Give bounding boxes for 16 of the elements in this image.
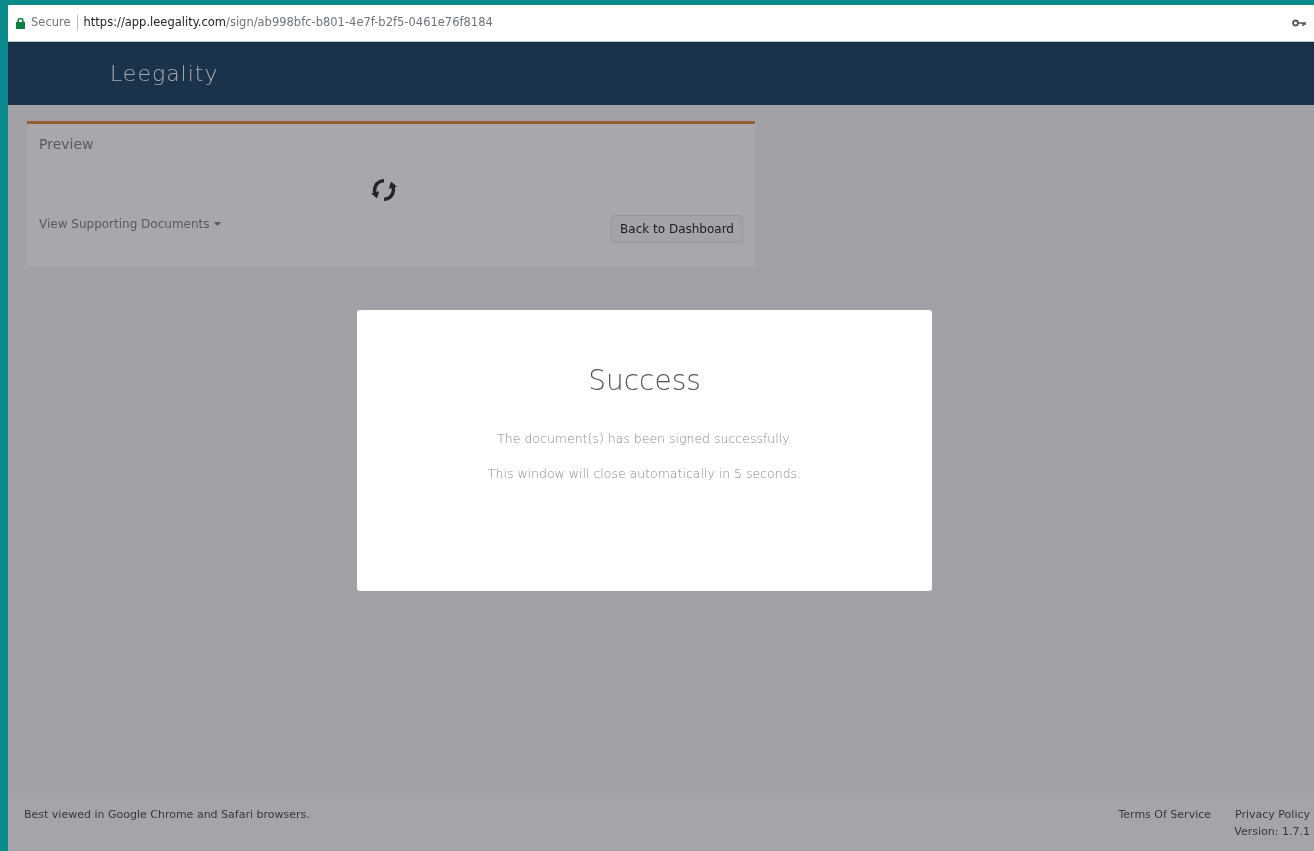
version-label: Version: 1.7.1	[1233, 823, 1310, 840]
footer-link[interactable]: Privacy Policy	[1235, 807, 1310, 824]
caret-icon[interactable]	[213, 222, 221, 226]
security-label: Secure	[31, 14, 71, 32]
card-title: Preview	[39, 135, 95, 154]
brand-logo[interactable]: Leegality	[110, 57, 219, 90]
modal-message: This window will close automatically in 5 seconds.	[486, 464, 803, 483]
url-field[interactable]: https://app.leegality.com/sign/ab998bfc-b801-4e7f-b2f5-0461e76f8184	[83, 14, 493, 32]
padlock-icon	[16, 17, 25, 29]
modal-message: The document(s) has been signed successfully.	[496, 430, 793, 448]
key-icon[interactable]	[1292, 19, 1306, 27]
modal-title: Success	[587, 363, 702, 399]
back-to-dashboard-button[interactable]: Back to Dashboard	[611, 215, 743, 243]
browser-note: Best viewed in Google Chrome and Safari browsers.	[24, 807, 310, 823]
footer-link[interactable]: Terms Of Service	[1118, 807, 1212, 824]
supporting-documents-dropdown[interactable]: View Supporting Documents	[39, 215, 210, 233]
